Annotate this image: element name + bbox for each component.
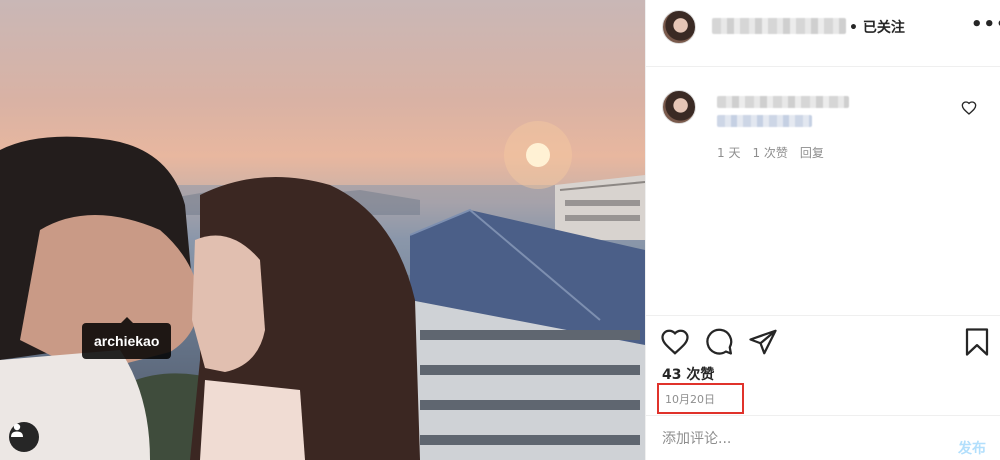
author-avatar[interactable] bbox=[662, 10, 696, 44]
comment-icon[interactable] bbox=[704, 327, 734, 357]
comment-meta: 1 天 1 次赞 回复 bbox=[717, 144, 824, 161]
date-highlight-box: 10月20日 bbox=[657, 383, 744, 414]
photo-scene bbox=[0, 121, 645, 460]
bookmark-icon[interactable] bbox=[962, 327, 992, 357]
heart-icon[interactable] bbox=[660, 327, 690, 357]
author-username-redacted[interactable] bbox=[712, 18, 846, 34]
add-comment-bar: 发布 bbox=[646, 415, 1000, 460]
commenter-avatar[interactable] bbox=[662, 90, 696, 124]
post-actions: 43 次赞 10月20日 bbox=[646, 315, 1000, 415]
post-date[interactable]: 10月20日 bbox=[665, 391, 715, 407]
user-icon bbox=[11, 423, 23, 437]
more-options-icon[interactable]: ••• bbox=[971, 14, 1000, 35]
comment-likes-count[interactable]: 1 次赞 bbox=[752, 144, 787, 161]
post-sidebar: • 已关注 ••• 1 天 1 次赞 回复 43 次赞 10月20日 bbox=[645, 0, 1000, 460]
comment-like-icon[interactable] bbox=[961, 100, 977, 116]
comment-reply-button[interactable]: 回复 bbox=[800, 144, 824, 161]
follow-status[interactable]: • 已关注 bbox=[849, 17, 905, 37]
likes-count[interactable]: 43 次赞 bbox=[662, 364, 714, 384]
tagged-users-button[interactable] bbox=[9, 422, 39, 452]
share-icon[interactable] bbox=[748, 327, 778, 357]
post-header: • 已关注 ••• bbox=[646, 0, 1000, 67]
comment-age[interactable]: 1 天 bbox=[717, 144, 740, 161]
post-comment-button[interactable]: 发布 bbox=[958, 438, 986, 458]
comment-text-redacted bbox=[717, 115, 812, 127]
post-photo[interactable]: archiekao bbox=[0, 0, 645, 460]
user-tag-label[interactable]: archiekao bbox=[82, 317, 172, 359]
commenter-username-redacted[interactable] bbox=[717, 96, 849, 108]
comment-input[interactable] bbox=[662, 428, 942, 450]
